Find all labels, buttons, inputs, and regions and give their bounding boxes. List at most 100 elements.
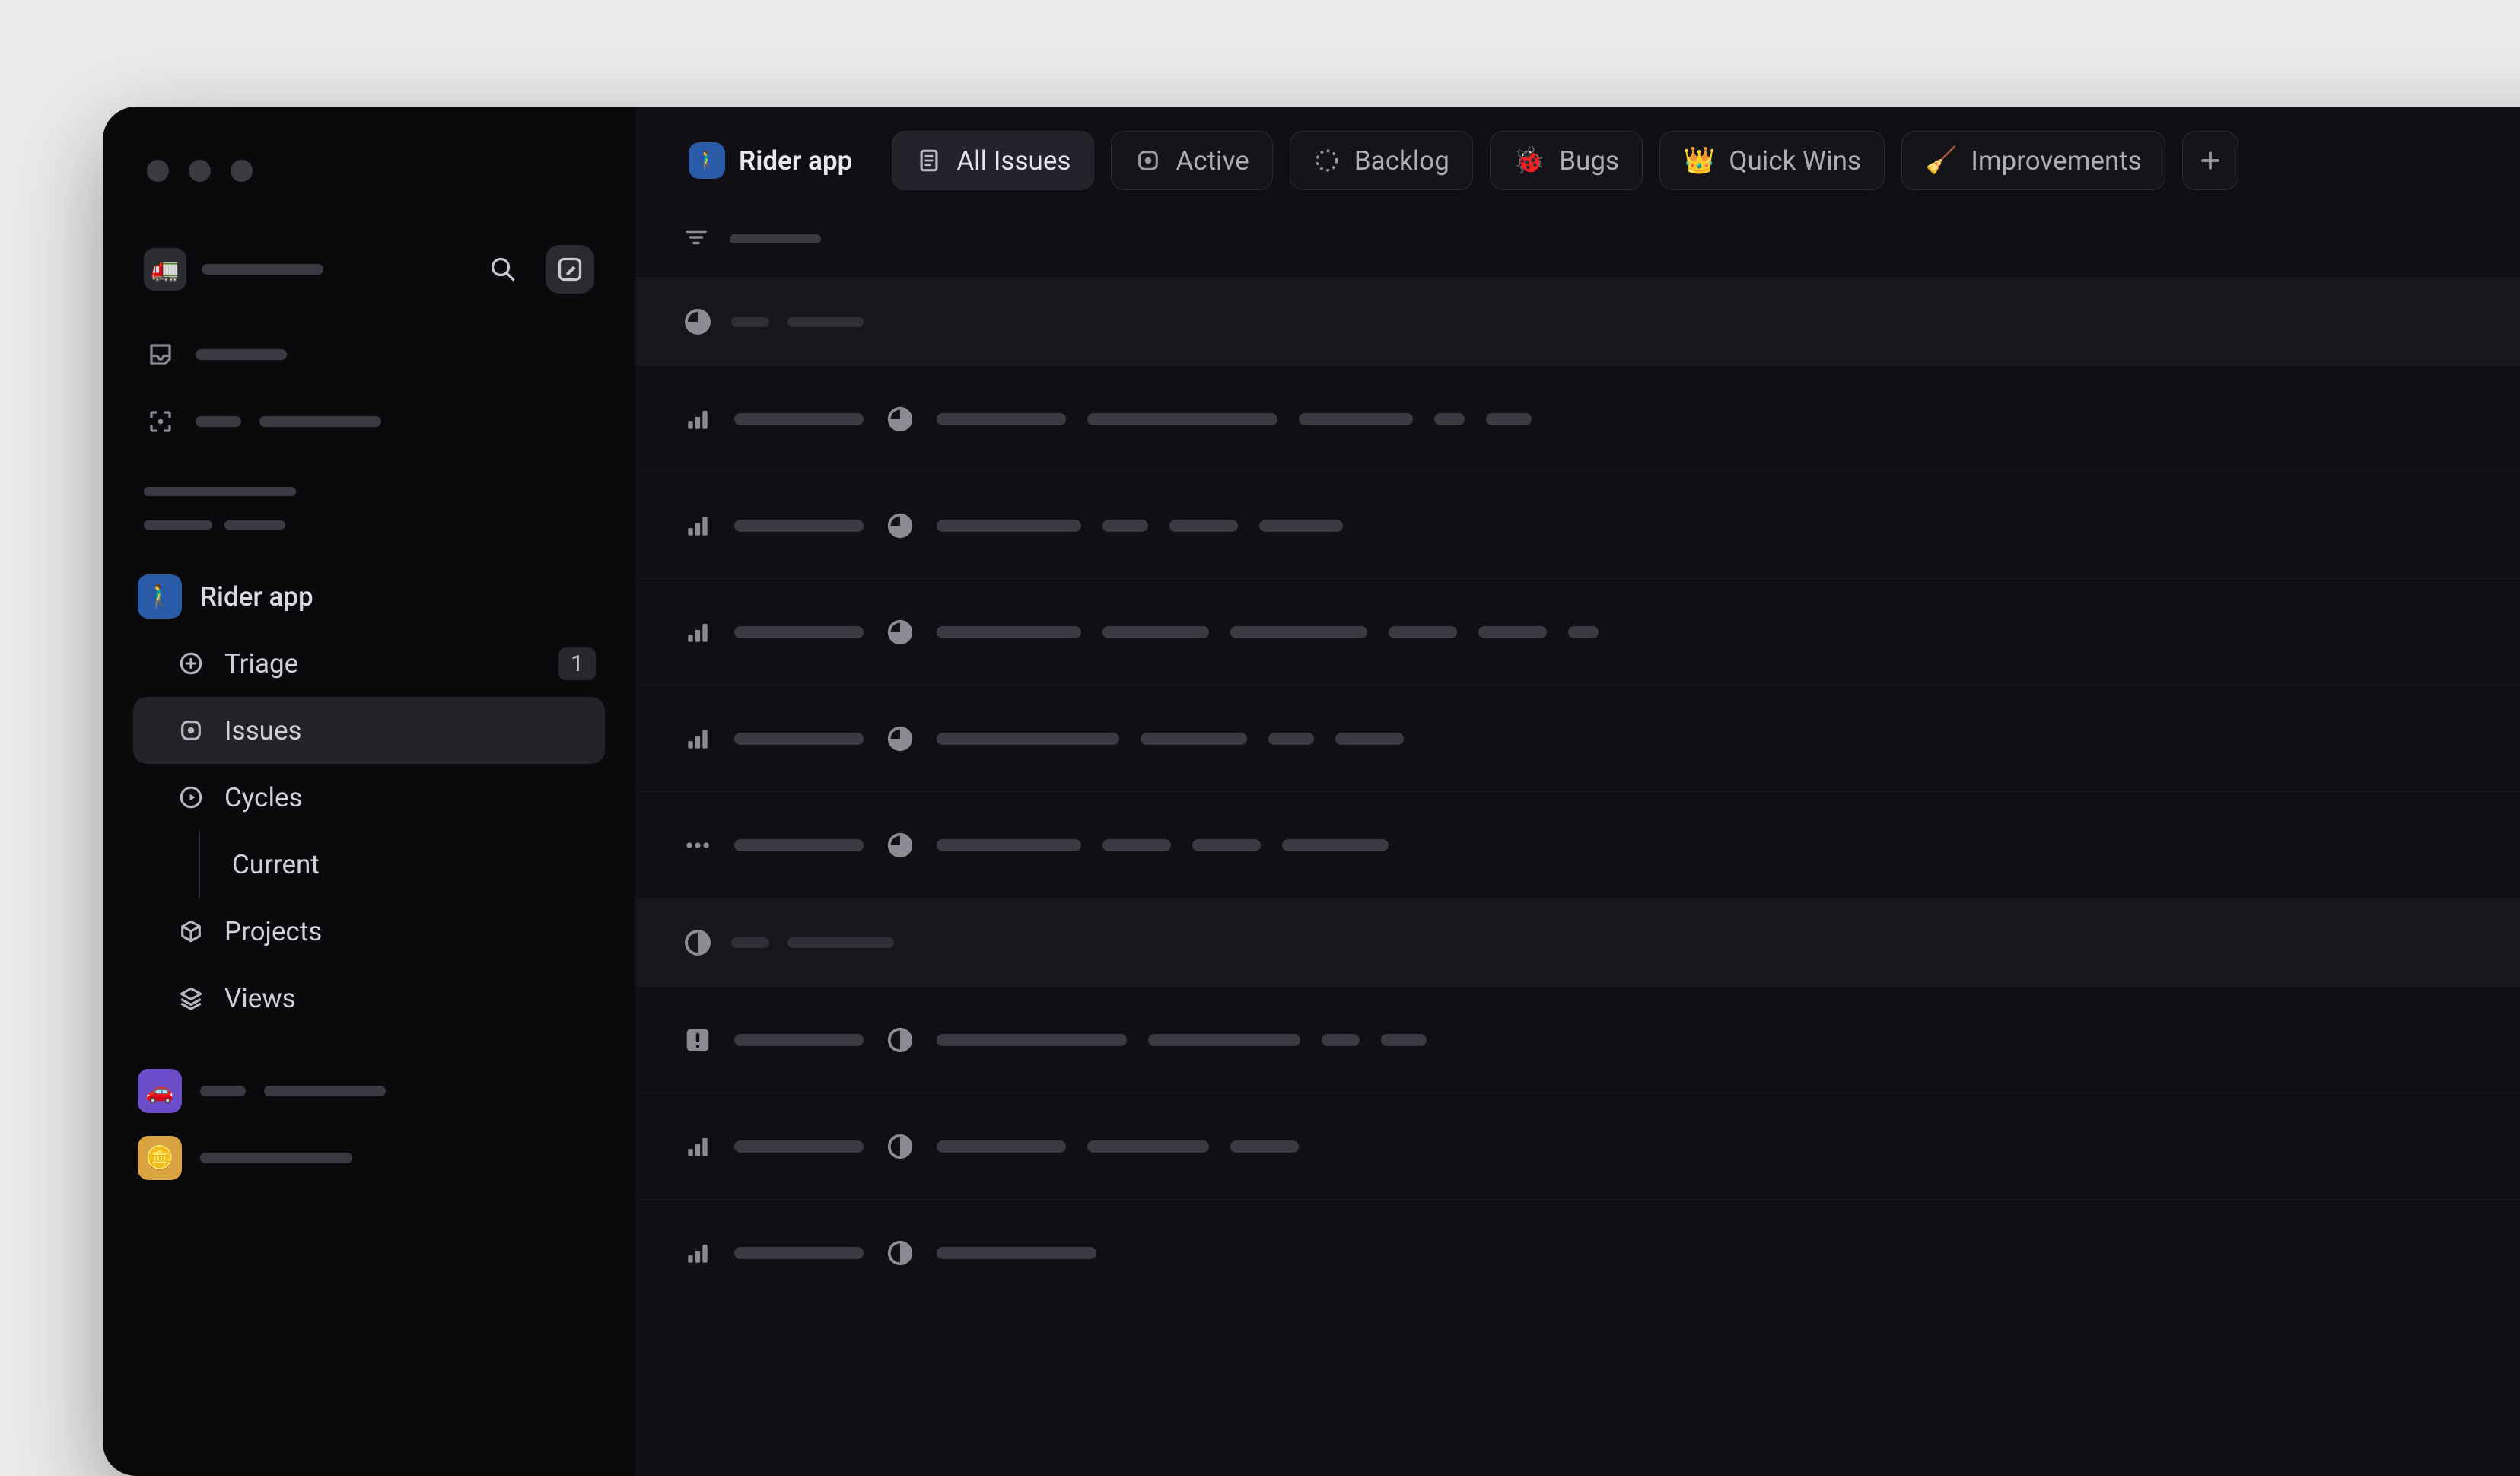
filter-placeholder [730, 234, 821, 243]
sidebar-item-views[interactable]: Views [133, 965, 605, 1032]
bug-icon: 🐞 [1513, 145, 1545, 176]
issue-tag-placeholder [1389, 626, 1457, 638]
tab-team-breadcrumb[interactable]: 🚶‍♂️ Rider app [682, 131, 875, 190]
main-pane: 🚶‍♂️ Rider app All Issues Active Backlog… [635, 107, 2520, 1476]
section-label-placeholder-2 [144, 520, 212, 530]
issue-row[interactable] [635, 1093, 2520, 1200]
sidebar: 🚛 🚶‍♂️ [103, 107, 635, 1476]
sidebar-triage-label: Triage [224, 648, 298, 679]
issue-row[interactable] [635, 987, 2520, 1093]
issue-tag-placeholder [1102, 520, 1148, 532]
tab-all-issues[interactable]: All Issues [892, 131, 1094, 190]
tab-bugs[interactable]: 🐞 Bugs [1490, 131, 1643, 190]
status-icon [885, 1131, 915, 1162]
sidebar-subitem-current[interactable]: Current [133, 831, 605, 898]
issue-title-placeholder [937, 733, 1119, 745]
priority-high-icon [682, 724, 713, 754]
issue-title-placeholder [937, 839, 1081, 851]
issue-row[interactable] [635, 792, 2520, 899]
issue-tag-placeholder [1322, 1034, 1360, 1046]
issue-tag-placeholder [1381, 1034, 1427, 1046]
tab-active[interactable]: Active [1111, 131, 1272, 190]
team-placeholder-2[interactable]: 🪙 [133, 1124, 605, 1191]
cycles-icon [176, 782, 206, 813]
issue-title-placeholder [937, 1247, 1096, 1259]
issue-tag-placeholder [1102, 839, 1171, 851]
tab-team-label: Rider app [739, 145, 852, 177]
tab-backlog[interactable]: Backlog [1290, 131, 1473, 190]
issue-id-placeholder [734, 839, 864, 851]
issue-tag-placeholder [1282, 839, 1389, 851]
priority-high-icon [682, 1238, 713, 1268]
priority-high-icon [682, 617, 713, 647]
team-rider-app[interactable]: 🚶‍♂️ Rider app [133, 563, 605, 630]
status-icon [885, 830, 915, 860]
issue-tag-placeholder [1230, 626, 1367, 638]
sidebar-item-triage[interactable]: Triage 1 [133, 630, 605, 697]
views-icon [176, 983, 206, 1013]
group-label-placeholder [731, 317, 769, 327]
triage-badge: 1 [558, 647, 596, 680]
issue-tag-placeholder [1486, 413, 1532, 425]
active-icon [1134, 147, 1162, 174]
issue-row[interactable] [635, 579, 2520, 686]
issues-icon [176, 715, 206, 746]
inbox-label-placeholder [196, 349, 287, 360]
issue-title-placeholder [937, 520, 1081, 532]
sidebar-inbox[interactable] [133, 321, 605, 388]
focus-icon [144, 405, 177, 438]
status-icon [885, 1238, 915, 1268]
workspace-switcher[interactable]: 🚛 [133, 236, 605, 303]
issue-tag-placeholder [1335, 733, 1404, 745]
issue-tag-placeholder [1299, 413, 1413, 425]
issue-tag-placeholder [1268, 733, 1314, 745]
sidebar-item-cycles[interactable]: Cycles [133, 764, 605, 831]
workspace-icon: 🚛 [144, 248, 186, 291]
view-tabs: 🚶‍♂️ Rider app All Issues Active Backlog… [635, 107, 2520, 210]
tab-all-label: All Issues [956, 145, 1071, 177]
team-icon: 🚶‍♂️ [138, 574, 182, 619]
tab-improvements-label: Improvements [1971, 145, 2141, 177]
issue-tag-placeholder [1148, 1034, 1300, 1046]
issue-tag-placeholder [1259, 520, 1343, 532]
priority-urgent-icon [682, 1025, 713, 1055]
tab-add-view[interactable] [2182, 131, 2238, 190]
sidebar-myissues[interactable] [133, 388, 605, 455]
priority-high-icon [682, 511, 713, 541]
crown-icon: 👑 [1683, 145, 1715, 176]
tab-improvements[interactable]: 🧹 Improvements [1901, 131, 2165, 190]
issue-id-placeholder [734, 413, 864, 425]
issue-row[interactable] [635, 472, 2520, 579]
filter-icon[interactable] [682, 224, 710, 254]
issue-row[interactable] [635, 1200, 2520, 1306]
myissues-label-placeholder-2 [259, 416, 381, 427]
triage-icon [176, 648, 206, 679]
status-icon [885, 724, 915, 754]
issue-tag-placeholder [1568, 626, 1599, 638]
issue-tag-placeholder [1087, 413, 1278, 425]
team-icon-2: 🚗 [138, 1069, 182, 1113]
team2-name-placeholder [200, 1086, 246, 1096]
sidebar-item-projects[interactable]: Projects [133, 898, 605, 965]
section-label-placeholder [144, 487, 296, 496]
issue-id-placeholder [734, 1247, 864, 1259]
group-count-placeholder [788, 937, 894, 948]
search-button[interactable] [479, 245, 527, 294]
team-icon-tab: 🚶‍♂️ [689, 142, 725, 179]
issue-title-placeholder [937, 1140, 1066, 1153]
sidebar-issues-label: Issues [224, 715, 302, 746]
sidebar-item-issues[interactable]: Issues [133, 697, 605, 764]
issue-row[interactable] [635, 686, 2520, 792]
issue-title-placeholder [937, 626, 1081, 638]
issue-id-placeholder [734, 1140, 864, 1153]
group-header-2[interactable] [635, 899, 2520, 987]
status-inprogress-icon [682, 307, 713, 337]
issue-row[interactable] [635, 366, 2520, 472]
issue-id-placeholder [734, 733, 864, 745]
inbox-icon [144, 338, 177, 371]
compose-button[interactable] [546, 245, 594, 294]
group-header-1[interactable] [635, 278, 2520, 366]
status-icon [885, 404, 915, 434]
team-placeholder-1[interactable]: 🚗 [133, 1058, 605, 1124]
tab-quick-wins[interactable]: 👑 Quick Wins [1659, 131, 1885, 190]
